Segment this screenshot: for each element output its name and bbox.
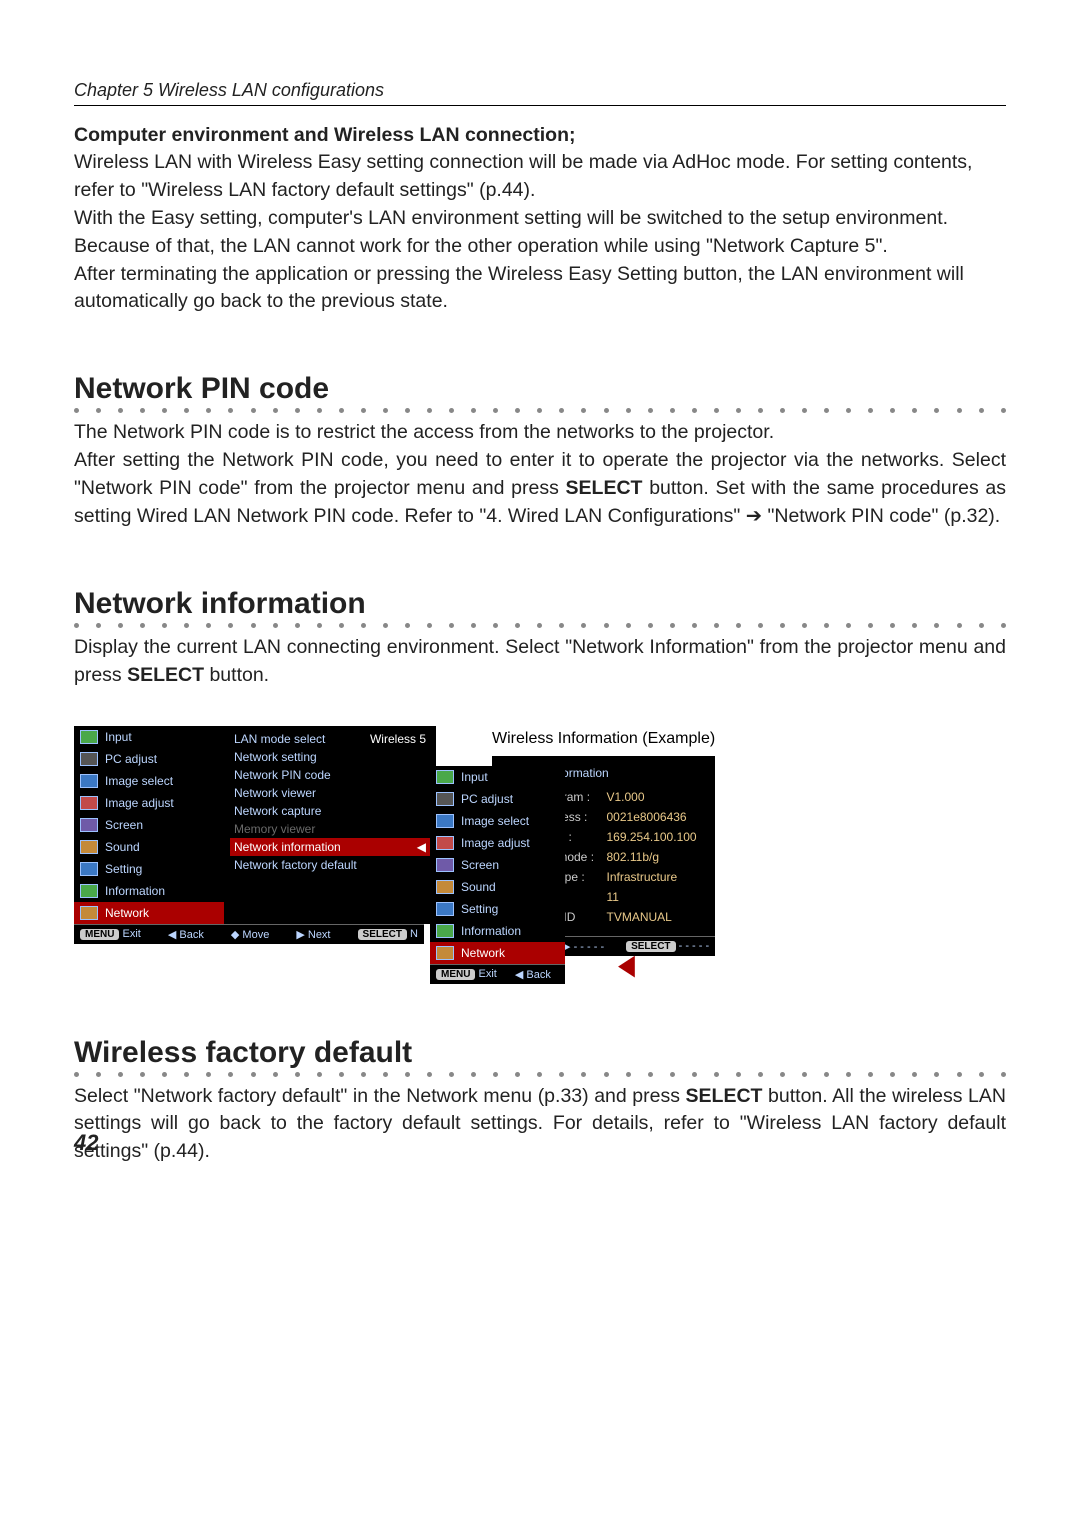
menu-icon — [436, 880, 454, 894]
menu-icon — [80, 818, 98, 832]
menu-item: Screen — [74, 814, 224, 836]
menu-icon — [80, 862, 98, 876]
menu-icon — [436, 836, 454, 850]
submenu-item: Network PIN code — [230, 766, 430, 784]
dot-leader — [74, 623, 1006, 628]
intro-paragraph-1: Wireless LAN with Wireless Easy setting … — [74, 149, 1006, 205]
menu-item: Image adjust — [430, 832, 565, 854]
sec3-p1: Select "Network factory default" in the … — [74, 1083, 1006, 1167]
osd2-footbar: MENU Exit ◀ Back — [430, 964, 565, 984]
menu-icon — [80, 906, 98, 920]
menu-key-icon: MENU — [436, 969, 475, 980]
menu-item: Information — [74, 880, 224, 902]
menu-icon — [80, 840, 98, 854]
menu-icon — [80, 774, 98, 788]
menu-icon — [436, 814, 454, 828]
osd1-right-menu: LAN mode selectWireless 5Network setting… — [224, 726, 436, 924]
menu-item: PC adjust — [74, 748, 224, 770]
osd-screenshot-1: InputPC adjustImage selectImage adjustSc… — [74, 726, 436, 956]
intro-paragraph-3: After terminating the application or pre… — [74, 261, 1006, 317]
submenu-item: Network capture — [230, 802, 430, 820]
network-selected-arrow-icon: ◀ — [618, 948, 635, 982]
menu-item: Sound — [430, 876, 565, 898]
menu-item: Screen — [430, 854, 565, 876]
submenu-item: Network information ◀ — [230, 838, 430, 856]
menu-icon — [436, 924, 454, 938]
menu-item: Setting — [430, 898, 565, 920]
section-title-pin: Network PIN code — [74, 372, 1006, 406]
chapter-label: Chapter 5 Wireless LAN configurations — [74, 80, 384, 100]
menu-item: Network — [430, 942, 565, 964]
menu-item: PC adjust — [430, 788, 565, 810]
dot-leader — [74, 408, 1006, 413]
menu-icon — [436, 792, 454, 806]
menu-key-icon: MENU — [80, 929, 119, 940]
osd-screenshots-row: InputPC adjustImage selectImage adjustSc… — [74, 726, 1006, 956]
section-title-factory: Wireless factory default — [74, 1036, 1006, 1070]
menu-item: Image select — [74, 770, 224, 792]
sec1-p2: After setting the Network PIN code, you … — [74, 447, 1006, 531]
dot-leader — [74, 1072, 1006, 1077]
sec2-p1: Display the current LAN connecting envir… — [74, 634, 1006, 690]
select-key-icon: SELECT — [358, 929, 407, 940]
menu-icon — [80, 752, 98, 766]
osd1-footbar: MENU Exit ◀ Back ◆ Move ▶ Next SELECT N — [74, 924, 424, 944]
menu-item: Sound — [74, 836, 224, 858]
submenu-item: Network viewer — [230, 784, 430, 802]
menu-icon — [436, 902, 454, 916]
menu-icon — [436, 858, 454, 872]
menu-item: Network — [74, 902, 224, 924]
menu-icon — [436, 770, 454, 784]
intro-heading: Computer environment and Wireless LAN co… — [74, 124, 1006, 147]
osd2-left-menu: InputPC adjustImage selectImage adjustSc… — [430, 766, 565, 964]
menu-item: Image select — [430, 810, 565, 832]
menu-item: Image adjust — [74, 792, 224, 814]
menu-icon — [80, 730, 98, 744]
menu-item: Setting — [74, 858, 224, 880]
menu-icon — [436, 946, 454, 960]
intro-paragraph-2: With the Easy setting, computer's LAN en… — [74, 205, 1006, 261]
menu-item: Input — [430, 766, 565, 788]
wireless-info-caption: Wireless Information (Example) — [492, 730, 715, 748]
menu-icon — [80, 884, 98, 898]
menu-icon — [80, 796, 98, 810]
section-title-info: Network information — [74, 587, 1006, 621]
selected-arrow-icon: ◀ — [417, 840, 426, 854]
submenu-item: Network factory default — [230, 856, 430, 874]
page-number: 42 — [74, 1130, 98, 1156]
sec1-p1: The Network PIN code is to restrict the … — [74, 419, 1006, 447]
menu-item: Information — [430, 920, 565, 942]
submenu-item: Network setting — [230, 748, 430, 766]
menu-item: Input — [74, 726, 224, 748]
submenu-item: Memory viewer — [230, 820, 430, 838]
chapter-header: Chapter 5 Wireless LAN configurations — [74, 80, 1006, 106]
osd1-left-menu: InputPC adjustImage selectImage adjustSc… — [74, 726, 224, 924]
osd-screenshot-2: InputPC adjustImage selectImage adjustSc… — [430, 766, 565, 984]
